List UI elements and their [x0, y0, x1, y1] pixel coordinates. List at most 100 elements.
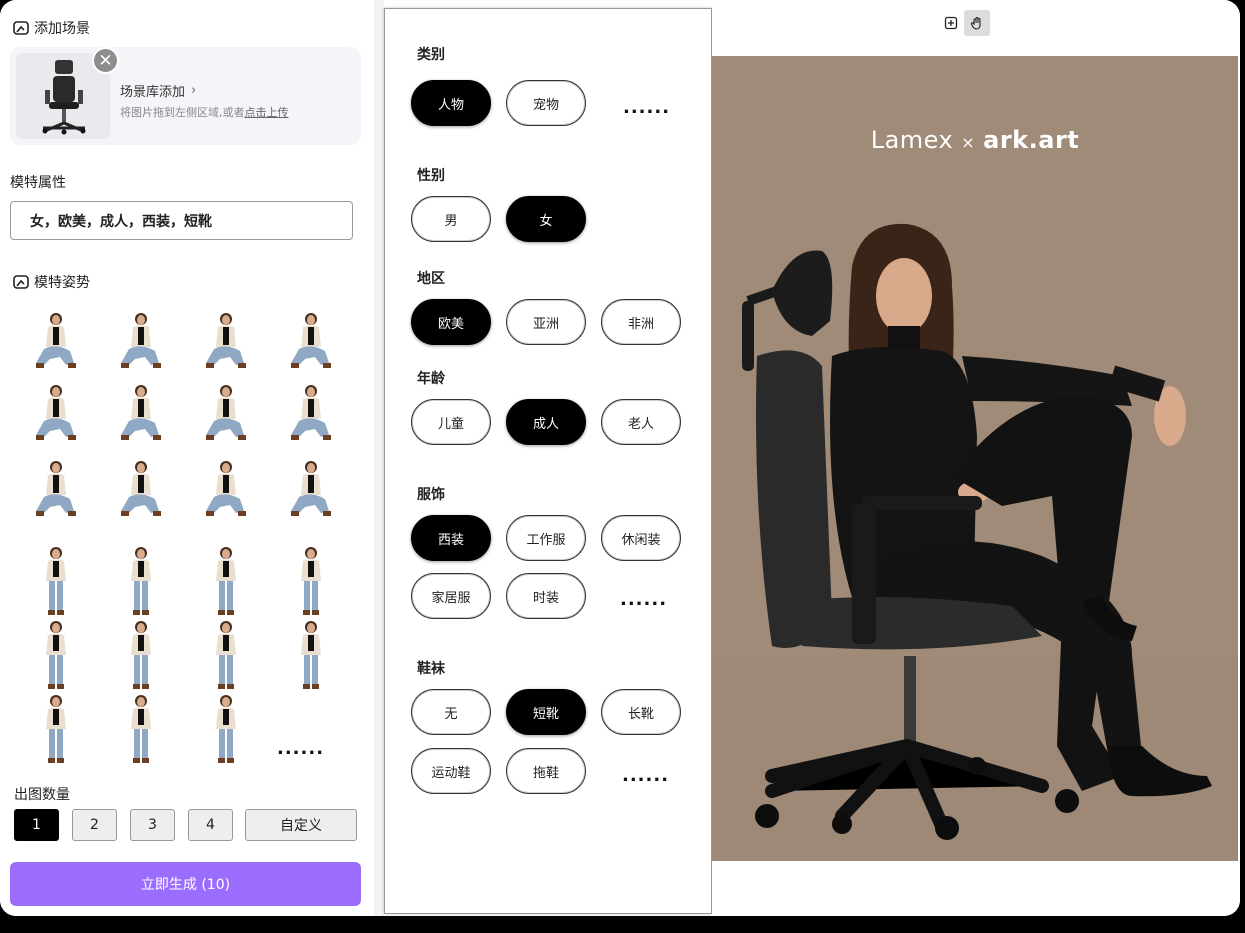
chip-region-west[interactable]: 欧美 — [411, 299, 491, 345]
attr-title-label: 模特属性 — [10, 175, 66, 191]
pose-option-20[interactable] — [281, 619, 341, 691]
upload-hint-text: 将图片拖到左侧区域,或者 — [120, 106, 245, 119]
chip-region-africa[interactable]: 非洲 — [601, 299, 681, 345]
upload-link[interactable]: 点击上传 — [245, 106, 289, 119]
model-attr-input[interactable]: 女，欧美，成人，西装，短靴 — [10, 201, 353, 240]
filter-panel: 类别 人物 宠物 ...... 性别 男 女 地区 欧美 亚洲 非洲 年龄 儿童… — [384, 8, 712, 914]
chip-category-person[interactable]: 人物 — [411, 80, 491, 126]
pose-option-17[interactable] — [26, 619, 86, 691]
category-label: 类别 — [417, 47, 445, 63]
chip-gender-male[interactable]: 男 — [411, 196, 491, 242]
chip-clothing-workwear[interactable]: 工作服 — [506, 515, 586, 561]
pose-option-15[interactable] — [196, 545, 256, 617]
count-option-custom[interactable]: 自定义 — [245, 809, 357, 841]
pose-option-5[interactable] — [26, 379, 86, 451]
pose-option-2[interactable] — [111, 307, 171, 379]
pose-option-6[interactable] — [111, 379, 171, 451]
chip-category-pet[interactable]: 宠物 — [506, 80, 586, 126]
model-attr-title: 模特属性 — [10, 172, 66, 192]
model-pose-figure — [36, 461, 76, 516]
model-in-chair-illustration — [712, 223, 1238, 861]
model-pose-figure — [36, 313, 76, 368]
generate-button[interactable]: 立即生成 (10) — [10, 862, 361, 906]
app-window: 添加场景 ✕ 场景库添加 › 将图片拖到左侧区域,或者点击上传 模特属性 女，欧… — [0, 0, 1240, 916]
pose-option-11[interactable] — [196, 455, 256, 527]
model-pose-figure — [206, 385, 246, 440]
chip-gender-female[interactable]: 女 — [506, 196, 586, 242]
hand-tool-button[interactable] — [964, 10, 990, 36]
hand-icon — [970, 16, 981, 30]
pose-option-16[interactable] — [281, 545, 341, 617]
clothing-more[interactable]: ...... — [620, 589, 667, 610]
pose-option-19[interactable] — [196, 619, 256, 691]
chip-shoes-ankle-boots[interactable]: 短靴 — [506, 689, 586, 735]
pose-option-21[interactable] — [26, 693, 86, 765]
shoes-more[interactable]: ...... — [622, 765, 669, 786]
model-pose-figure — [121, 461, 161, 516]
pose-option-1[interactable] — [26, 307, 86, 379]
pose-option-13[interactable] — [26, 545, 86, 617]
pose-section-title: 模特姿势 — [12, 272, 90, 292]
chip-clothing-suit[interactable]: 西装 — [411, 515, 491, 561]
model-pose-figure — [301, 621, 321, 689]
chip-age-elder[interactable]: 老人 — [601, 399, 681, 445]
pose-option-14[interactable] — [111, 545, 171, 617]
pose-option-10[interactable] — [111, 455, 171, 527]
count-option-3[interactable]: 3 — [130, 809, 175, 841]
model-pose-figure — [206, 461, 246, 516]
office-chair-thumbnail — [42, 60, 86, 135]
pose-option-9[interactable] — [26, 455, 86, 527]
scene-upload-hint: 将图片拖到左侧区域,或者点击上传 — [120, 104, 289, 120]
count-title-label: 出图数量 — [14, 787, 70, 803]
model-pose-figure — [46, 547, 66, 615]
chip-clothing-fashion[interactable]: 时装 — [506, 573, 586, 619]
model-pose-figure — [46, 695, 66, 763]
left-panel: 添加场景 ✕ 场景库添加 › 将图片拖到左侧区域,或者点击上传 模特属性 女，欧… — [0, 0, 374, 916]
category-more[interactable]: ...... — [623, 97, 670, 118]
pose-option-12[interactable] — [281, 455, 341, 527]
scene-icon — [13, 21, 29, 35]
chevron-right-icon: › — [191, 83, 197, 98]
chip-shoes-slippers[interactable]: 拖鞋 — [506, 748, 586, 794]
model-pose-figure — [131, 621, 151, 689]
fit-screen-icon — [944, 16, 958, 30]
chip-region-asia[interactable]: 亚洲 — [506, 299, 586, 345]
model-pose-figure — [131, 547, 151, 615]
scene-library-label: 场景库添加 — [120, 85, 186, 100]
model-pose-figure — [46, 621, 66, 689]
model-pose-figure — [301, 547, 321, 615]
gender-label: 性别 — [417, 168, 445, 184]
pose-option-23[interactable] — [196, 693, 256, 765]
panel-divider — [374, 0, 384, 916]
pose-option-22[interactable] — [111, 693, 171, 765]
scene-title: 添加场景 — [34, 21, 90, 37]
remove-scene-button[interactable]: ✕ — [92, 47, 119, 74]
chip-shoes-long-boots[interactable]: 长靴 — [601, 689, 681, 735]
model-pose-figure — [291, 385, 331, 440]
model-pose-figure — [291, 461, 331, 516]
chip-clothing-homewear[interactable]: 家居服 — [411, 573, 491, 619]
fit-screen-button[interactable] — [938, 10, 964, 36]
clothing-label: 服饰 — [417, 487, 445, 503]
chip-age-adult[interactable]: 成人 — [506, 399, 586, 445]
pose-option-7[interactable] — [196, 379, 256, 451]
chip-age-child[interactable]: 儿童 — [411, 399, 491, 445]
model-pose-figure — [216, 547, 236, 615]
model-pose-figure — [121, 385, 161, 440]
preview-toolbar — [938, 10, 990, 36]
model-pose-figure — [121, 313, 161, 368]
scene-library-link[interactable]: 场景库添加 › — [120, 81, 196, 100]
pose-option-3[interactable] — [196, 307, 256, 379]
close-icon: ✕ — [98, 50, 113, 71]
count-option-2[interactable]: 2 — [72, 809, 117, 841]
count-option-1[interactable]: 1 — [14, 809, 59, 841]
chip-clothing-casual[interactable]: 休闲装 — [601, 515, 681, 561]
count-option-4[interactable]: 4 — [188, 809, 233, 841]
pose-option-18[interactable] — [111, 619, 171, 691]
chip-shoes-sneakers[interactable]: 运动鞋 — [411, 748, 491, 794]
pose-option-4[interactable] — [281, 307, 341, 379]
pose-option-8[interactable] — [281, 379, 341, 451]
pose-more[interactable]: ...... — [277, 738, 324, 759]
generated-image[interactable]: Lamex × ark.art — [712, 56, 1238, 861]
chip-shoes-none[interactable]: 无 — [411, 689, 491, 735]
